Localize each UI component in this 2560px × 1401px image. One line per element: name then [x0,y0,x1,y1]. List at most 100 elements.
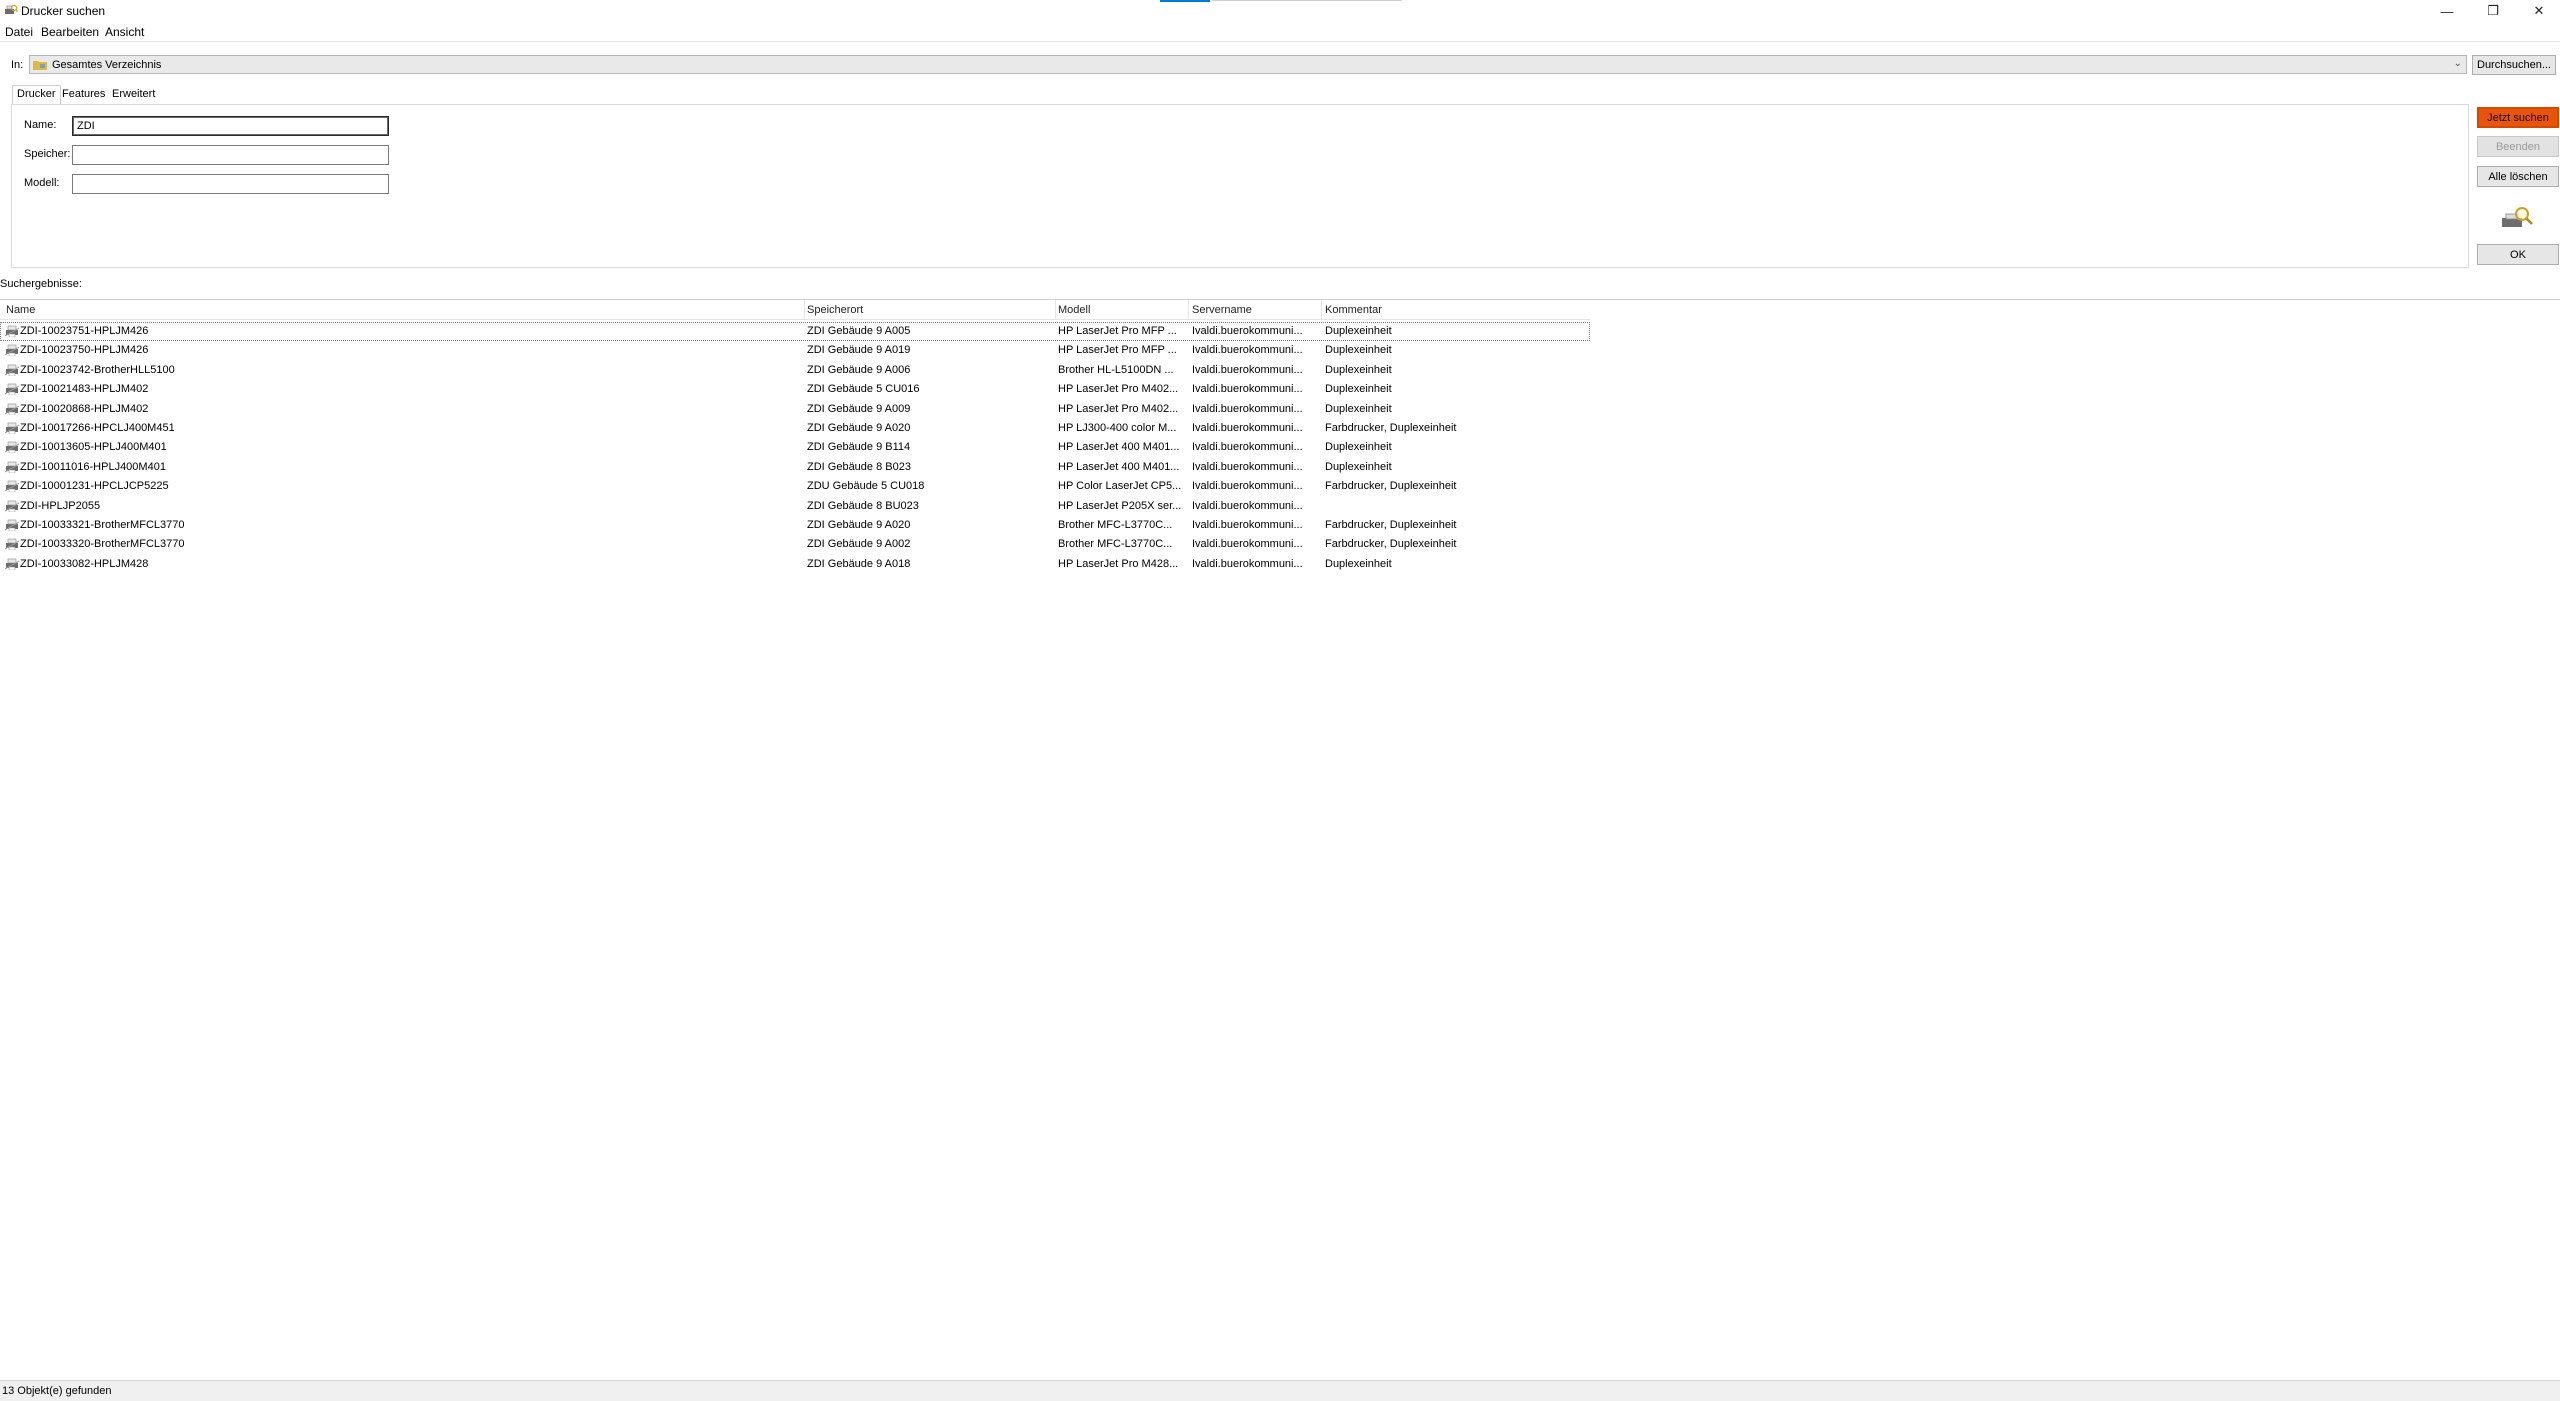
cell-model: HP LaserJet 400 M401... [1058,460,1180,473]
table-row[interactable]: ZDI-10023751-HPLJM426 ZDI Gebäude 9 A005 H… [0,322,1590,342]
cell-location: ZDI Gebäude 9 A009 [807,402,911,415]
model-label: Modell: [24,177,60,189]
cell-comment: Duplexeinheit [1325,402,1392,415]
table-row[interactable]: ZDI-10013605-HPLJ400M401 ZDI Gebäude 9 B1… [0,438,1590,457]
tab-erweitert[interactable]: Erweitert [108,86,159,104]
cell-comment: Duplexeinheit [1325,363,1392,376]
tab-drucker[interactable]: Drucker [12,85,61,104]
cell-servername: Ivaldi.buerokommuni... [1192,402,1303,415]
table-row[interactable]: ZDI-10033321-BrotherMFCL3770 ZDI Gebäude … [0,516,1590,535]
printer-icon [5,403,19,415]
results-label: Suchergebnisse: [0,278,82,290]
printer-icon [5,383,19,396]
column-divider[interactable] [804,300,805,320]
minimize-button[interactable]: — [2424,0,2470,22]
search-now-button[interactable]: Jetzt suchen [2477,107,2559,128]
printer-icon [5,558,19,570]
location-input[interactable] [72,145,389,165]
search-criteria-panel: Name: Speicher: Modell: [11,104,2469,268]
cell-model: HP LJ300-400 color M... [1058,421,1177,434]
printer-icon [5,364,19,376]
cell-model: HP LaserJet Pro M402... [1058,402,1179,415]
magnifier-icon [2502,207,2533,227]
column-header-servername[interactable]: Servername [1192,304,1252,316]
cell-servername: Ivaldi.buerokommuni... [1192,325,1303,337]
cell-model: HP LaserJet Pro M402... [1058,383,1179,396]
cell-servername: Ivaldi.buerokommuni... [1192,518,1303,531]
clear-all-button[interactable]: Alle löschen [2477,166,2559,187]
cell-comment: Farbdrucker, Duplexeinheit [1325,480,1457,493]
window-title: Drucker suchen [21,4,106,18]
printer-icon [5,480,19,493]
table-row[interactable]: ZDI-10017266-HPCLJ400M451 ZDI Gebäude 9 A… [0,419,1590,438]
cell-location: ZDI Gebäude 9 A005 [807,325,911,337]
menu-bearbeiten[interactable]: Bearbeiten [41,25,99,39]
table-row[interactable]: ZDI-HPLJP2055 ZDI Gebäude 8 BU023 HP Laser… [0,497,1590,516]
cell-model: Brother HL-L5100DN ... [1058,363,1174,376]
cell-comment: Duplexeinheit [1325,460,1392,473]
table-row[interactable]: ZDI-10033082-HPLJM428 ZDI Gebäude 9 A018 H… [0,555,1590,574]
cell-model: Brother MFC-L3770C... [1058,518,1173,531]
cell-servername: Ivaldi.buerokommuni... [1192,441,1303,454]
cell-servername: Ivaldi.buerokommuni... [1192,499,1303,512]
results-list[interactable]: Name Speicherort Modell Servername Komme… [0,299,2560,1379]
cell-servername: Ivaldi.buerokommuni... [1192,421,1303,434]
printer-icon [5,422,19,434]
taskbar-divider [1212,0,1402,1]
table-row[interactable]: ZDI-10033320-BrotherMFCL3770 ZDI Gebäude … [0,535,1590,554]
menu-ansicht[interactable]: Ansicht [105,25,144,39]
ok-button[interactable]: OK [2477,244,2559,265]
column-header-comment[interactable]: Kommentar [1325,304,1382,316]
cell-name: ZDI-10023751-HPLJM426 [20,325,149,337]
printer-icon [5,442,19,454]
table-row[interactable]: ZDI-10011016-HPLJ400M401 ZDI Gebäude 8 B0… [0,458,1590,477]
menu-datei[interactable]: Datei [5,25,33,39]
table-row[interactable]: ZDI-10001231-HPCLJCP5225 ZDU Gebäude 5 CU… [0,477,1590,496]
cell-comment: Farbdrucker, Duplexeinheit [1325,421,1457,434]
location-label: Speicher: [24,148,71,160]
scope-dropdown[interactable]: Gesamtes Verzeichnis ⌄ [29,55,2467,74]
cell-model: HP Color LaserJet CP5... [1058,480,1182,493]
printer-search-icon [5,4,18,14]
scope-value: Gesamtes Verzeichnis [52,59,162,71]
table-row[interactable]: ZDI-10021483-HPLJM402 ZDI Gebäude 5 CU016… [0,380,1590,399]
table-row[interactable]: ZDI-10020868-HPLJM402 ZDI Gebäude 9 A009 H… [0,400,1590,419]
taskbar-focus-indicator [1160,0,1210,2]
stop-button[interactable]: Beenden [2477,136,2559,157]
cell-model: Brother MFC-L3770C... [1058,538,1173,551]
tab-features[interactable]: Features [58,86,109,104]
cell-model: HP LaserJet Pro MFP ... [1058,344,1177,357]
name-input[interactable] [72,116,389,136]
cell-comment: Farbdrucker, Duplexeinheit [1325,538,1457,551]
column-divider[interactable] [1188,300,1189,320]
status-bar: 13 Objekt(e) gefunden [0,1380,2560,1401]
browse-button[interactable]: Durchsuchen... [2472,55,2556,75]
cell-name: ZDI-10017266-HPCLJ400M451 [20,421,175,434]
printer-icon [5,538,19,551]
cell-name: ZDI-10020868-HPLJM402 [20,402,149,415]
column-divider[interactable] [1055,300,1056,320]
directory-folder-icon [33,61,47,70]
cell-location: ZDI Gebäude 5 CU016 [807,383,920,396]
cell-name: ZDI-10013605-HPLJ400M401 [20,441,167,454]
cell-location: ZDI Gebäude 9 A006 [807,363,911,376]
cell-name: ZDI-10033321-BrotherMFCL3770 [20,518,185,531]
table-row[interactable]: ZDI-10023742-BrotherHLL5100 ZDI Gebäude 9… [0,361,1590,380]
cell-model: HP LaserJet 400 M401... [1058,441,1180,454]
cell-location: ZDU Gebäude 5 CU018 [807,480,925,493]
model-input[interactable] [72,174,389,194]
column-header-model[interactable]: Modell [1058,304,1090,316]
table-row[interactable]: ZDI-10023750-HPLJM426 ZDI Gebäude 9 A019 H… [0,341,1590,360]
cell-name: ZDI-HPLJP2055 [20,499,101,512]
maximize-button[interactable]: ❐ [2470,0,2516,22]
column-divider[interactable] [1321,300,1322,320]
cell-name: ZDI-10011016-HPLJ400M401 [20,460,166,473]
menu-bar: Datei Bearbeiten Ansicht [0,22,2560,42]
cell-comment: Duplexeinheit [1325,325,1392,337]
close-button[interactable]: ✕ [2516,0,2560,22]
cell-location: ZDI Gebäude 9 A020 [807,421,911,434]
printer-icon [5,500,19,512]
column-header-name[interactable]: Name [6,304,35,316]
chevron-down-icon: ⌄ [2453,58,2462,69]
column-header-location[interactable]: Speicherort [807,304,863,316]
